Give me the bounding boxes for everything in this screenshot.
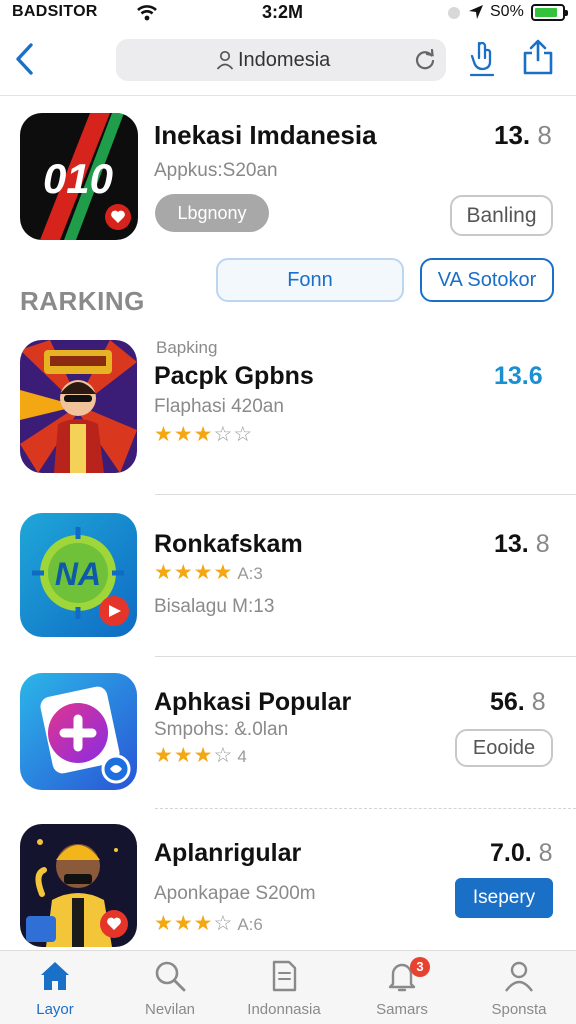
- app-icon-character[interactable]: [20, 824, 137, 947]
- list-item-title: Ronkafskam: [154, 530, 303, 558]
- app-icon-hero[interactable]: [20, 340, 137, 473]
- star-filled-icon: ★: [193, 561, 214, 584]
- tab-label: Layor: [36, 1001, 74, 1018]
- nav-bar: Indomesia: [0, 30, 576, 96]
- list-item-score: 56. 8: [490, 688, 546, 716]
- location-icon: [469, 5, 483, 19]
- star-filled-icon: ★: [154, 912, 174, 935]
- divider: [155, 656, 576, 657]
- category-pill[interactable]: Lbgnony: [155, 194, 269, 232]
- rating-stars: ★★★☆ A:6: [154, 913, 263, 935]
- featured-icon-text: 010: [43, 155, 113, 202]
- banling-button[interactable]: Banling: [450, 195, 553, 236]
- fonn-button[interactable]: Fonn: [216, 258, 404, 302]
- tab-label: Sponsta: [491, 1001, 547, 1018]
- tab-bar: Layor Nevilan Indonnasia 3 Samars Sponst…: [0, 950, 576, 1024]
- isepery-button[interactable]: Isepery: [455, 878, 553, 918]
- rating-stars: ★★★☆ 4: [154, 745, 247, 767]
- tab-indonnasia[interactable]: Indonnasia: [236, 959, 332, 1018]
- star-filled-icon: ★: [154, 423, 174, 446]
- tab-label: Nevilan: [144, 1001, 196, 1018]
- list-item-title: Aplanrigular: [154, 839, 302, 867]
- star-empty-icon: ☆: [213, 423, 234, 446]
- status-bar: BADSITOR 3:2M S0%: [0, 0, 576, 26]
- app-icon-plus[interactable]: [20, 673, 137, 790]
- list-item-subtitle: Bisalagu M:13: [154, 596, 275, 617]
- battery-icon: [531, 4, 568, 21]
- divider: [155, 494, 576, 495]
- hand-icon[interactable]: [467, 38, 497, 78]
- featured-app-score: 13. 8: [494, 120, 552, 150]
- battery-fill: [535, 8, 557, 17]
- carrier-label: BADSITOR: [12, 3, 98, 20]
- star-filled-icon: ★: [154, 744, 174, 767]
- rating-stars: ★★★☆☆: [154, 424, 253, 446]
- status-dot-icon: [448, 7, 460, 19]
- svg-text:NA: NA: [55, 556, 101, 592]
- search-field[interactable]: Indomesia: [116, 39, 446, 81]
- list-item-score: 7.0. 8: [490, 839, 553, 867]
- tab-layor[interactable]: Layor: [7, 959, 103, 1018]
- star-filled-icon: ★: [173, 423, 194, 446]
- list-item-subtitle: Smpohs: &.0lan: [154, 719, 289, 740]
- star-filled-icon: ★: [193, 744, 214, 767]
- star-filled-icon: ★: [193, 912, 214, 935]
- notification-badge: 3: [410, 957, 430, 977]
- star-filled-icon: ★: [173, 744, 194, 767]
- tab-label: Indonnasia: [247, 1001, 321, 1018]
- rating-text: A:6: [237, 915, 263, 934]
- list-item-subtitle: Aponkapae S200m: [154, 883, 316, 904]
- search-query: Indomesia: [238, 49, 331, 71]
- featured-app-subtitle: Appkus:S20an: [154, 160, 278, 181]
- star-empty-icon: ☆: [213, 912, 234, 935]
- tab-nevilan[interactable]: Nevilan: [122, 959, 218, 1018]
- star-filled-icon: ★: [213, 561, 234, 584]
- tab-samars[interactable]: 3 Samars: [354, 957, 450, 1018]
- divider: [155, 808, 576, 809]
- section-title: RARKING: [20, 286, 145, 316]
- clock: 3:2M: [262, 2, 304, 22]
- sotokor-button[interactable]: VA Sotokor: [420, 258, 554, 302]
- app-icon-map[interactable]: NA: [20, 513, 137, 637]
- home-icon: [41, 962, 69, 990]
- list-item-subtitle: Flaphasi 420an: [154, 396, 284, 417]
- share-icon[interactable]: [521, 38, 555, 76]
- list-item-score: 13.6: [494, 362, 543, 390]
- featured-app-title: Inekasi Imdanesia: [154, 120, 377, 150]
- back-chevron-icon[interactable]: [12, 40, 38, 78]
- rating-text: A:3: [237, 564, 263, 583]
- search-icon: [155, 961, 186, 992]
- wifi-icon: [137, 5, 157, 21]
- list-item-title: Aphkasi Popular: [154, 688, 352, 716]
- list-item-title: Pacpk Gpbns: [154, 362, 314, 390]
- featured-app-icon[interactable]: 010: [20, 113, 138, 240]
- profile-icon: [505, 961, 533, 992]
- list-item-score: 13. 8: [494, 530, 550, 558]
- battery-percent: S0%: [490, 3, 524, 20]
- star-filled-icon: ★: [173, 561, 194, 584]
- rating-text: 4: [237, 747, 247, 766]
- tab-sponsta[interactable]: Sponsta: [471, 959, 567, 1018]
- star-filled-icon: ★: [173, 912, 194, 935]
- list-item-kicker: Bapking: [156, 338, 218, 357]
- star-filled-icon: ★: [193, 423, 214, 446]
- tab-label: Samars: [376, 1001, 428, 1018]
- star-empty-icon: ☆: [213, 744, 234, 767]
- rating-stars: ★★★★ A:3: [154, 562, 263, 584]
- star-empty-icon: ☆: [233, 423, 254, 446]
- reload-icon[interactable]: [414, 49, 436, 71]
- document-icon: [272, 960, 297, 992]
- star-filled-icon: ★: [154, 561, 174, 584]
- user-icon: [216, 50, 234, 70]
- eooide-button[interactable]: Eooide: [455, 729, 553, 767]
